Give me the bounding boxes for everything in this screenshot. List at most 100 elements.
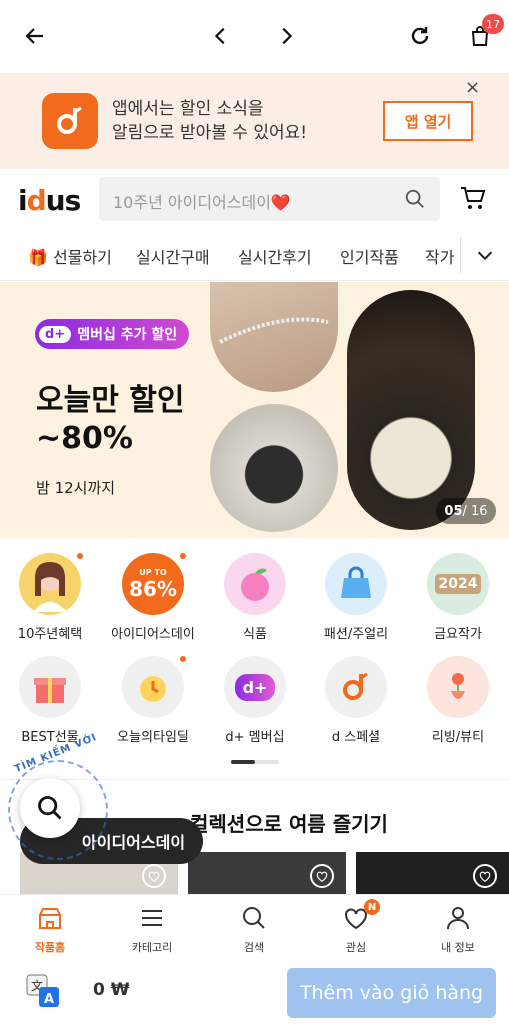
peach-icon <box>224 553 286 615</box>
search-placeholder: 10주년 아이디어스데이❤️ <box>113 193 291 212</box>
d-special-icon <box>325 656 387 718</box>
category-living-beauty[interactable]: 리빙/뷰티 <box>413 656 503 745</box>
idus-logo[interactable]: idus <box>18 184 81 217</box>
tab-popular-works[interactable]: 인기작품 <box>340 244 399 268</box>
close-icon[interactable]: × <box>465 77 480 98</box>
top-bar: 17 <box>0 0 509 73</box>
hero-banner[interactable]: d+ 멤버십 추가 할인 오늘만 할인 ~80% 밤 12시까지 05 / 16 <box>0 282 509 538</box>
category-friday-artist[interactable]: 2024 금요작가 <box>413 553 503 642</box>
category-label: 오늘의타임딜 <box>117 730 189 745</box>
category-best-gift[interactable]: BEST선물 <box>5 656 95 745</box>
category-fashion-jewelry[interactable]: 패션/주얼리 <box>311 553 401 642</box>
dplus-badge-text: d+ <box>234 673 276 701</box>
new-badge: N <box>364 899 380 915</box>
floating-search-button[interactable] <box>20 778 80 838</box>
menu-icon <box>142 910 162 926</box>
membership-badge-text: 멤버십 추가 할인 <box>77 327 178 343</box>
cart-icon[interactable] <box>459 184 487 216</box>
category-d-special[interactable]: d 스페셜 <box>311 656 401 745</box>
banner-title-line1: 오늘만 할인 <box>36 383 185 418</box>
idus-app-logo-icon <box>42 93 98 149</box>
product-thumbnail[interactable] <box>188 852 346 898</box>
search-icon[interactable] <box>404 188 426 214</box>
translate-icon[interactable]: 文A <box>26 974 60 1008</box>
year-badge-icon: 2024 <box>427 553 489 615</box>
nav-label: 관심 <box>345 941 367 954</box>
category-label: d+ 멤버십 <box>225 730 285 745</box>
site-header: idus 10주년 아이디어스데이❤️ <box>0 169 509 229</box>
shopping-bag-button[interactable]: 17 <box>462 14 504 54</box>
category-today-timedeal[interactable]: 오늘의타임딜 <box>108 656 198 745</box>
nav-label: 작품홈 <box>34 941 66 954</box>
heart-icon[interactable] <box>310 864 334 888</box>
category-tabs: 🎁 선물하기 실시간구매 실시간후기 인기작품 작가 <box>0 229 509 281</box>
nav-item-favorites[interactable]: N 관심 <box>316 899 396 955</box>
category-idus-day[interactable]: UP TO 86% 아이디어스데이 <box>108 553 198 642</box>
category-label: 식품 <box>243 627 267 642</box>
open-app-button[interactable]: 앱 열기 <box>383 101 473 141</box>
nav-item-my-info[interactable]: 내 정보 <box>418 905 498 955</box>
tab-artist[interactable]: 작가 <box>425 244 454 268</box>
product-thumbnail[interactable] <box>356 852 509 898</box>
banner-title: 오늘만 할인 ~80% <box>36 382 184 458</box>
badge-top-text: UP TO <box>139 567 167 577</box>
tab-gift[interactable]: 🎁 선물하기 <box>28 244 112 268</box>
new-dot <box>180 656 186 662</box>
counter-current: 05 <box>444 503 463 519</box>
category-label: 리빙/뷰티 <box>431 730 485 745</box>
handbag-icon <box>325 553 387 615</box>
nav-item-category[interactable]: 카테고리 <box>112 905 192 955</box>
search-input[interactable]: 10주년 아이디어스데이❤️ <box>99 177 440 221</box>
heart-icon[interactable] <box>473 864 497 888</box>
section-title: 컬렉션으로 여름 즐기기 <box>190 812 388 836</box>
dplus-icon: d+ <box>39 325 72 343</box>
category-10th-anniversary[interactable]: 10주년혜택 <box>5 553 95 642</box>
cart-footer: 文A 0 ₩ Thêm vào giỏ hàng <box>0 958 509 1024</box>
svg-text:A: A <box>44 992 54 1007</box>
chevron-down-icon[interactable] <box>460 237 509 273</box>
category-label: 아이디어스데이 <box>111 627 195 642</box>
badge-main-text: 86% <box>129 576 177 601</box>
category-dplus-membership[interactable]: d+ d+ 멤버십 <box>210 656 300 745</box>
girl-avatar-icon <box>19 553 83 615</box>
category-scroll-indicator <box>231 760 279 764</box>
counter-total: / 16 <box>462 503 488 519</box>
banner-page-counter: 05 / 16 <box>436 498 496 524</box>
refresh-icon[interactable] <box>402 18 438 54</box>
category-label: d 스페셜 <box>331 730 381 745</box>
tab-realtime-purchase[interactable]: 실시간구매 <box>136 244 210 268</box>
banner-subtitle: 밤 12시까지 <box>36 479 116 497</box>
cart-count-badge: 17 <box>482 14 504 34</box>
new-dot <box>180 553 186 559</box>
chevron-left-icon[interactable] <box>203 18 239 54</box>
nav-label: 내 정보 <box>441 941 475 954</box>
dplus-membership-icon: d+ <box>224 656 286 718</box>
membership-badge: d+ 멤버십 추가 할인 <box>35 319 190 349</box>
gift-box-icon <box>19 656 81 718</box>
nav-item-search[interactable]: 검색 <box>214 905 294 955</box>
back-arrow-icon[interactable] <box>17 18 53 54</box>
total-price: 0 ₩ <box>93 980 130 1000</box>
category-label: 금요작가 <box>434 627 482 642</box>
heart-icon[interactable] <box>142 864 166 888</box>
nav-label: 카테고리 <box>131 941 173 954</box>
year-badge-text: 2024 <box>434 574 482 594</box>
chevron-right-icon[interactable] <box>268 18 304 54</box>
search-icon <box>38 796 62 820</box>
discount-badge-icon: UP TO 86% <box>122 553 186 615</box>
ring-photo <box>210 282 338 392</box>
user-icon <box>447 907 469 930</box>
tab-realtime-review[interactable]: 실시간후기 <box>238 244 312 268</box>
promo-line-1: 앱에서는 할인 소식을 <box>112 99 264 119</box>
alarm-clock-icon <box>122 656 186 718</box>
flower-vase-icon <box>427 656 489 718</box>
promo-message: 앱에서는 할인 소식을 알림으로 받아볼 수 있어요! <box>112 97 307 145</box>
app-promo-banner: 앱에서는 할인 소식을 알림으로 받아볼 수 있어요! 앱 열기 × <box>0 73 509 169</box>
category-label: 10주년혜택 <box>17 627 83 642</box>
nav-item-home[interactable]: 작품홈 <box>10 905 90 955</box>
shop-icon <box>39 908 61 929</box>
category-food[interactable]: 식품 <box>210 553 300 642</box>
promo-line-2: 알림으로 받아볼 수 있어요! <box>112 123 308 143</box>
handbag-photo <box>210 404 338 532</box>
add-to-cart-button[interactable]: Thêm vào giỏ hàng <box>287 968 496 1018</box>
